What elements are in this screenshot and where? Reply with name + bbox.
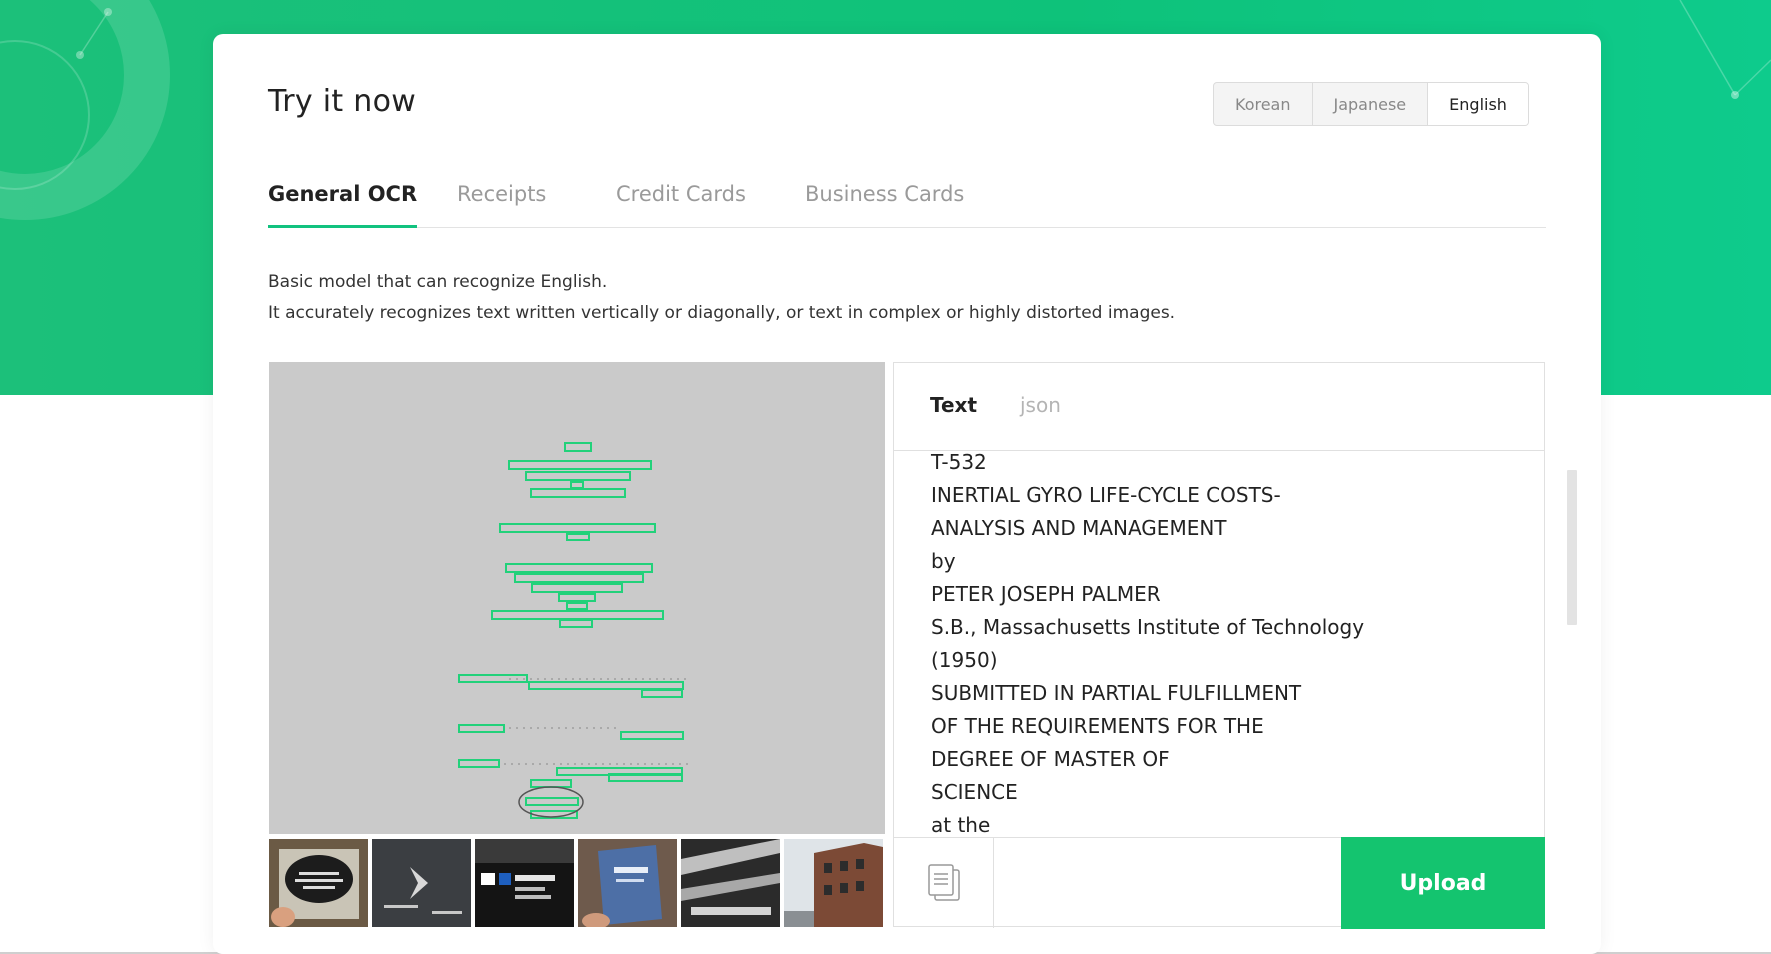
try-it-card: Try it now Korean Japanese English Gener… [213, 34, 1601, 954]
scanned-document-with-detection-boxes [269, 362, 885, 834]
model-description: Basic model that can recognize English. … [268, 267, 1175, 329]
ocr-line: at the [931, 813, 991, 837]
tab-text[interactable]: Text [930, 393, 977, 417]
ocr-line: S.B., Massachusetts Institute of Technol… [931, 615, 1365, 639]
ocr-result-panel: Text json T-532 INERTIAL GYRO LIFE-CYCLE… [893, 362, 1545, 929]
result-footer: Upload [894, 837, 1545, 929]
ocr-line: (1950) [931, 648, 998, 672]
tab-general-ocr[interactable]: General OCR [268, 182, 418, 228]
language-selector: Korean Japanese English [1213, 82, 1529, 126]
language-korean-button[interactable]: Korean [1214, 83, 1313, 125]
ocr-line: SUBMITTED IN PARTIAL FULFILLMENT [931, 681, 1302, 705]
ocr-line: OF THE REQUIREMENTS FOR THE [931, 714, 1264, 738]
ocr-line: PETER JOSEPH PALMER [931, 582, 1161, 606]
ocr-text-output: T-532 INERTIAL GYRO LIFE-CYCLE COSTS- AN… [894, 451, 1544, 837]
language-japanese-button[interactable]: Japanese [1313, 83, 1429, 125]
copy-document-icon [927, 864, 960, 901]
result-scrollbar-thumb[interactable] [1567, 470, 1577, 625]
ocr-line: INERTIAL GYRO LIFE-CYCLE COSTS- [931, 483, 1281, 507]
sample-thumbnails [269, 839, 885, 927]
ocr-line: by [931, 549, 956, 573]
ocr-line: T-532 [931, 451, 987, 474]
language-english-button[interactable]: English [1428, 83, 1528, 125]
ocr-line: ANALYSIS AND MANAGEMENT [931, 516, 1227, 540]
tab-business-cards[interactable]: Business Cards [805, 182, 964, 228]
result-tabs: Text json [894, 363, 1544, 451]
thumbnail-brick-building[interactable] [784, 839, 883, 927]
ocr-preview-image [269, 362, 885, 834]
tab-receipts[interactable]: Receipts [457, 182, 546, 228]
thumbnail-subway-sign[interactable] [475, 839, 574, 927]
ocr-line: DEGREE OF MASTER OF [931, 747, 1170, 771]
upload-button[interactable]: Upload [1341, 837, 1545, 929]
thumbnail-dark-card[interactable] [372, 839, 471, 927]
description-line-1: Basic model that can recognize English. [268, 272, 608, 292]
ocr-text-lines: T-532 INERTIAL GYRO LIFE-CYCLE COSTS- AN… [931, 451, 1364, 837]
thumbnail-overhead-signs[interactable] [681, 839, 780, 927]
description-line-2: It accurately recognizes text written ve… [268, 303, 1176, 323]
thumbnail-blue-brochure[interactable] [578, 839, 677, 927]
page-title: Try it now [268, 84, 417, 119]
thumbnail-handheld-sign[interactable] [269, 839, 368, 927]
tab-json[interactable]: json [1020, 393, 1061, 417]
tab-credit-cards[interactable]: Credit Cards [616, 182, 746, 228]
copy-button[interactable] [894, 838, 994, 928]
ocr-line: SCIENCE [931, 780, 1018, 804]
model-tabs: General OCR Receipts Credit Cards Busine… [268, 182, 1546, 228]
